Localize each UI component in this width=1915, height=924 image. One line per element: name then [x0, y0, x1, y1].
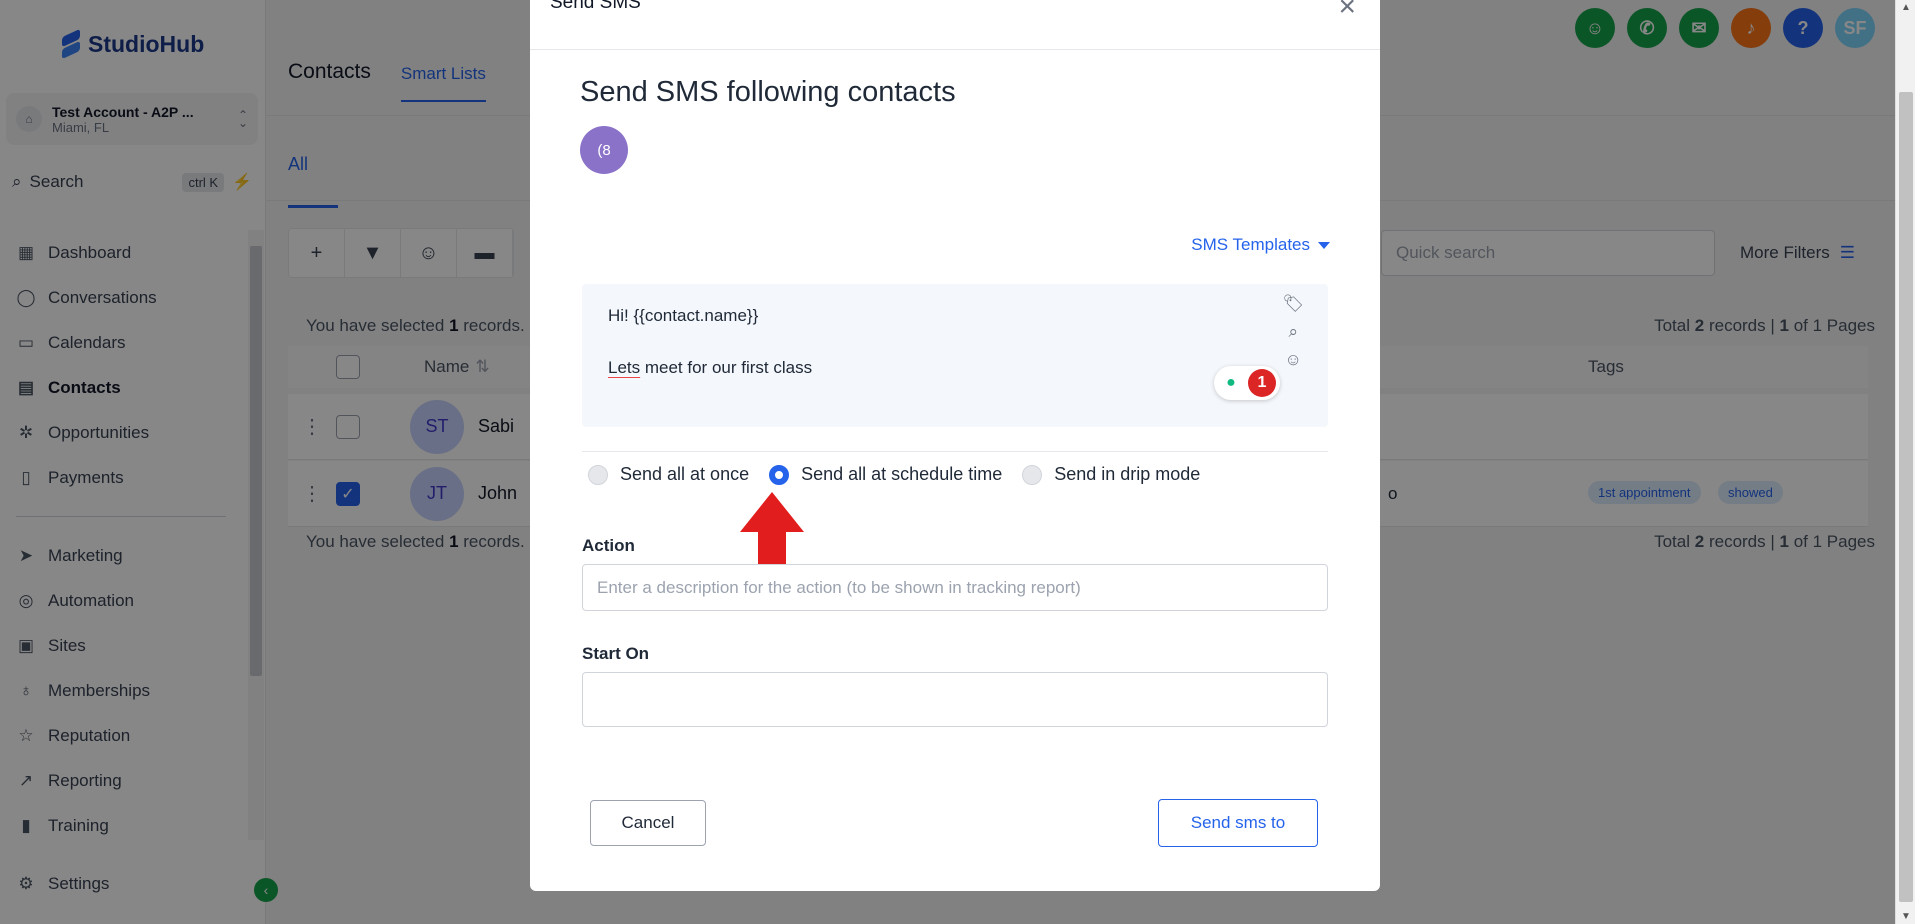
cancel-button[interactable]: Cancel: [590, 800, 706, 846]
modal-title: Send SMS following contacts: [580, 76, 956, 108]
radio-dot[interactable]: [588, 464, 608, 485]
send-sms-button[interactable]: Send sms to: [1158, 799, 1318, 847]
message-line: Lets meet for our first class: [608, 358, 1302, 378]
send-mode-group: Send all at once Send all at schedule ti…: [588, 464, 1200, 485]
page-scrollbar[interactable]: ▲ ▼: [1895, 0, 1915, 924]
send-sms-modal: Send SMS × Send SMS following contacts (…: [530, 0, 1380, 891]
action-input[interactable]: Enter a description for the action (to b…: [582, 564, 1328, 611]
radio-send-in-drip-mode[interactable]: Send in drip mode: [1022, 464, 1200, 485]
radio-send-all-at-once[interactable]: Send all at once: [588, 464, 749, 485]
radio-label: Send all at schedule time: [801, 464, 1003, 484]
red-arrow-annotation-icon: [740, 492, 804, 574]
modal-header: Send SMS ×: [530, 0, 1380, 50]
message-text: meet for our first class: [640, 358, 813, 377]
grammar-count-badge: 1: [1248, 369, 1276, 397]
grammar-widget[interactable]: ● 1: [1214, 366, 1280, 400]
action-label: Action: [582, 536, 635, 555]
radio-dot-selected[interactable]: [769, 464, 790, 485]
message-line: Hi! {{contact.name}}: [608, 306, 759, 325]
radio-dot[interactable]: [1022, 464, 1043, 485]
radio-send-at-schedule-time[interactable]: Send all at schedule time: [769, 464, 1002, 485]
start-on-input[interactable]: [582, 672, 1328, 727]
sms-templates-dropdown[interactable]: SMS Templates: [1191, 235, 1330, 255]
modal-header-title: Send SMS: [550, 0, 641, 13]
scroll-down-icon[interactable]: ▼: [1901, 911, 1911, 922]
message-editor[interactable]: Hi! {{contact.name}} Lets meet for our f…: [582, 284, 1328, 427]
contact-chip[interactable]: (8: [580, 126, 628, 174]
emoji-icon[interactable]: ☺: [1285, 350, 1302, 370]
tag-icon[interactable]: 🏷: [1282, 294, 1304, 314]
paperclip-icon[interactable]: ⌕: [1288, 322, 1298, 342]
start-on-label: Start On: [582, 644, 650, 663]
editor-icons: 🏷 ⌕ ☺: [1282, 294, 1304, 370]
sms-templates-label: SMS Templates: [1191, 235, 1310, 254]
lightbulb-icon: ●: [1226, 374, 1236, 391]
page-scroll-thumb[interactable]: [1899, 92, 1913, 902]
radio-label: Send in drip mode: [1054, 464, 1201, 484]
scroll-up-icon[interactable]: ▲: [1901, 2, 1911, 13]
caret-down-icon: [1318, 241, 1330, 249]
misspelled-word[interactable]: Lets: [608, 358, 640, 377]
close-icon[interactable]: ×: [1338, 0, 1356, 24]
radio-label: Send all at once: [620, 464, 750, 484]
modal-divider: [582, 451, 1328, 452]
